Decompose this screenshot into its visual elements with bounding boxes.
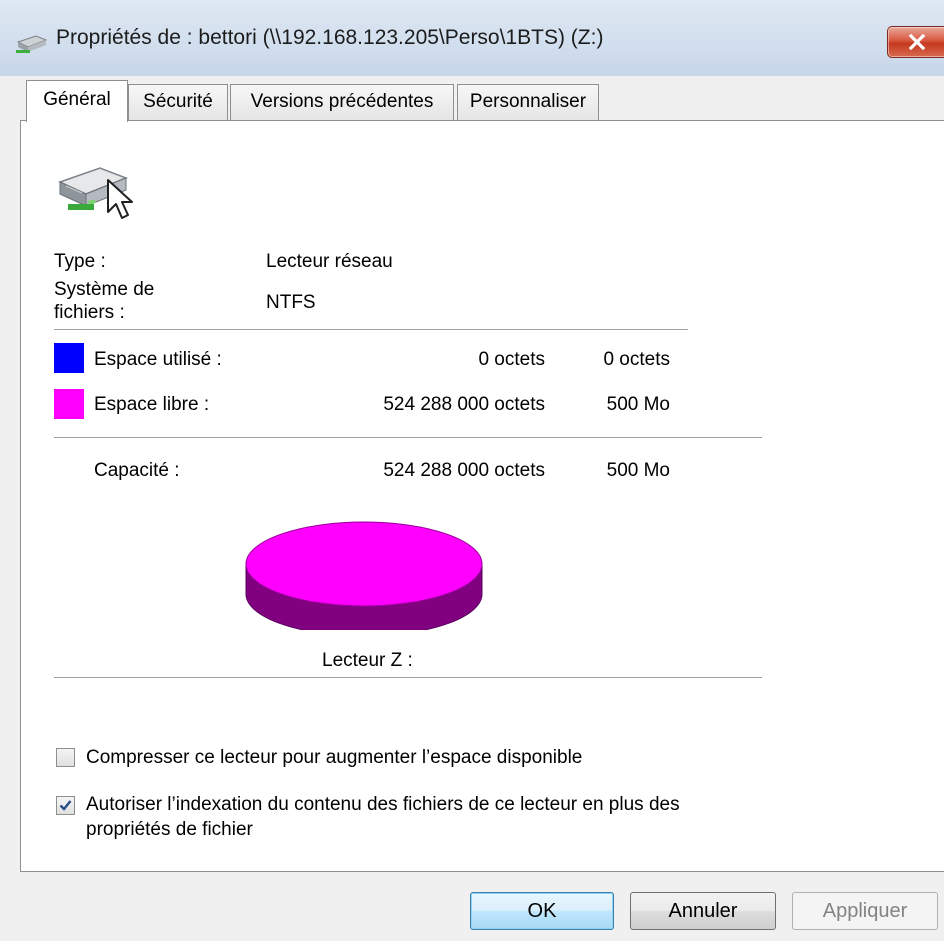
checkmark-icon [59,800,72,811]
compress-label[interactable]: Compresser ce lecteur pour augmenter l’e… [86,747,582,769]
used-space-size: 0 octets [603,349,670,370]
type-value: Lecteur réseau [266,251,393,272]
tab-strip: Général Sécurité Versions précédentes Pe… [0,80,944,122]
free-space-bytes: 524 288 000 octets [383,394,545,415]
index-checkbox[interactable] [56,796,75,815]
cancel-button[interactable]: Annuler [630,892,776,930]
window-title: Propriétés de : bettori (\\192.168.123.2… [56,26,604,49]
separator-bottom [54,677,762,678]
close-button[interactable] [887,26,944,58]
apply-button[interactable]: Appliquer [792,892,938,930]
close-icon [908,34,926,50]
tab-security[interactable]: Sécurité [128,84,228,120]
ok-button[interactable]: OK [470,892,614,930]
filesystem-label-line2: fichiers : [54,302,125,323]
drive-label: Lecteur Z : [322,650,413,671]
filesystem-label-line1: Système de [54,279,155,300]
used-space-label: Espace utilisé : [94,349,222,370]
free-space-label: Espace libre : [94,394,210,415]
tab-customize[interactable]: Personnaliser [457,84,599,120]
capacity-bytes: 524 288 000 octets [383,460,545,481]
free-space-swatch [54,389,84,419]
index-label-line2[interactable]: propriétés de fichier [86,819,253,841]
separator-middle [54,437,762,438]
network-drive-icon [58,167,133,219]
capacity-size: 500 Mo [606,460,670,481]
properties-window: Propriétés de : bettori (\\192.168.123.2… [0,0,944,941]
compress-checkbox[interactable] [56,748,75,767]
separator-top [54,329,688,330]
title-bar[interactable]: Propriétés de : bettori (\\192.168.123.2… [0,0,944,76]
free-space-size: 500 Mo [606,394,670,415]
pie-top-free [245,521,483,607]
used-space-swatch [54,343,84,373]
capacity-label: Capacité : [94,460,180,481]
disk-usage-pie-chart [245,521,483,630]
network-drive-icon [16,35,48,53]
tab-previous-versions[interactable]: Versions précédentes [230,84,454,120]
index-label-line1[interactable]: Autoriser l’indexation du contenu des fi… [86,794,680,816]
used-space-bytes: 0 octets [478,349,545,370]
tab-general[interactable]: Général [26,80,128,122]
type-label: Type : [54,251,106,272]
filesystem-value: NTFS [266,292,316,313]
